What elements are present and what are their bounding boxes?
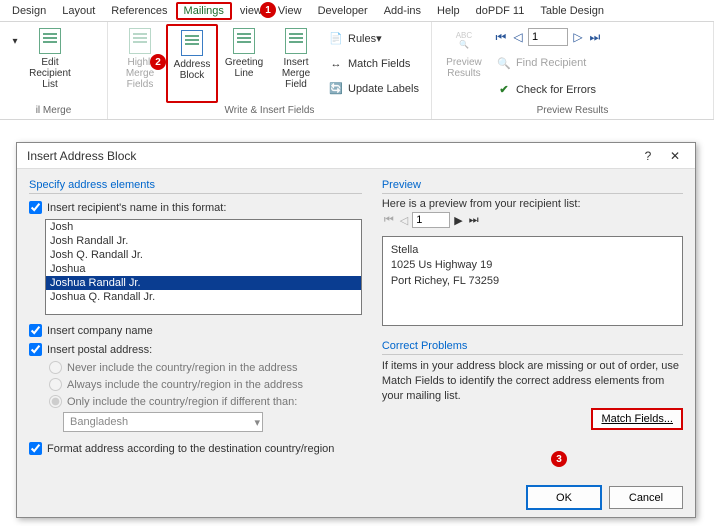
dialog-help[interactable]: ? — [635, 149, 661, 163]
nav-index-input[interactable] — [528, 28, 568, 46]
list-item[interactable]: Josh Randall Jr. — [46, 234, 361, 248]
insert-postal-checkbox[interactable]: Insert postal address: — [29, 343, 362, 356]
insert-address-block-dialog: Insert Address Block ? ✕ Specify address… — [16, 142, 696, 518]
list-item[interactable]: Joshua Randall Jr. — [46, 276, 361, 290]
radio-never[interactable]: Never include the country/region in the … — [49, 361, 362, 374]
insert-name-checkbox[interactable]: Insert recipient's name in this format: — [29, 201, 362, 214]
edit-recipient-list-button[interactable]: Edit Recipient List — [24, 24, 76, 103]
radio-only[interactable]: Only include the country/region if diffe… — [49, 395, 362, 408]
preview-results-button[interactable]: ABC🔍 Preview Results — [438, 24, 490, 103]
tab-table-design[interactable]: Table Design — [532, 2, 612, 20]
tab-design[interactable]: Design — [4, 2, 54, 20]
correct-text: If items in your address block are missi… — [382, 359, 683, 404]
highlight-icon — [127, 28, 153, 54]
cancel-button[interactable]: Cancel — [609, 486, 683, 509]
check-for-errors-button[interactable]: ✔Check for Errors — [494, 81, 602, 99]
callout-2: 2 — [150, 54, 166, 70]
rules-icon: 📄 — [328, 31, 344, 47]
dialog-close[interactable]: ✕ — [661, 149, 689, 163]
tab-addins[interactable]: Add-ins — [376, 2, 429, 20]
insert-company-checkbox[interactable]: Insert company name — [29, 324, 362, 337]
list-item[interactable]: Joshua — [46, 262, 361, 276]
list-item[interactable]: Josh Q. Randall Jr. — [46, 248, 361, 262]
preview-subtitle: Here is a preview from your recipient li… — [382, 198, 683, 210]
address-block-button[interactable]: Address Block — [166, 24, 218, 103]
chevron-down-icon: ▾ — [254, 416, 260, 429]
insert-merge-field-button[interactable]: Insert Merge Field — [270, 24, 322, 103]
tab-developer[interactable]: Developer — [310, 2, 376, 20]
country-combo[interactable]: Bangladesh▾ — [63, 412, 263, 432]
preview-heading: Preview — [382, 179, 683, 194]
match-fields-button[interactable]: ↔Match Fields — [326, 55, 421, 73]
find-icon: 🔍 — [496, 55, 512, 71]
specify-heading: Specify address elements — [29, 179, 362, 194]
name-format-list[interactable]: Josh Josh Randall Jr. Josh Q. Randall Jr… — [45, 219, 362, 315]
preview-next[interactable]: ▶ — [452, 214, 464, 227]
group-start-label: il Merge — [6, 103, 101, 119]
edit-recipient-icon — [37, 28, 63, 54]
greeting-line-button[interactable]: Greeting Line — [218, 24, 270, 103]
nav-last[interactable]: ⏭ — [588, 30, 602, 45]
update-labels-icon: 🔄 — [328, 81, 344, 97]
group-write-label: Write & Insert Fields — [114, 103, 425, 119]
callout-3: 3 — [551, 451, 567, 467]
tab-layout[interactable]: Layout — [54, 2, 103, 20]
dialog-title: Insert Address Block — [27, 149, 136, 163]
update-labels-button[interactable]: 🔄Update Labels — [326, 80, 421, 98]
address-block-icon — [179, 30, 205, 56]
preview-first[interactable]: ⏮ — [382, 214, 396, 227]
ok-button[interactable]: OK — [527, 486, 601, 509]
preview-index-input[interactable] — [412, 212, 450, 228]
tab-references[interactable]: References — [103, 2, 175, 20]
greeting-line-icon — [231, 28, 257, 54]
list-item[interactable]: Joshua Q. Randall Jr. — [46, 290, 361, 304]
start-split[interactable]: ▾ — [6, 24, 24, 103]
correct-heading: Correct Problems — [382, 340, 683, 355]
preview-last[interactable]: ⏭ — [467, 214, 481, 227]
preview-results-icon: ABC🔍 — [451, 28, 477, 54]
nav-first[interactable]: ⏮ — [494, 30, 508, 45]
rules-button[interactable]: 📄Rules ▾ — [326, 30, 421, 48]
group-preview-label: Preview Results — [438, 103, 707, 119]
tab-help[interactable]: Help — [429, 2, 468, 20]
tab-mailings[interactable]: Mailings — [176, 2, 232, 20]
insert-merge-field-icon — [283, 28, 309, 54]
match-fields-dialog-button[interactable]: Match Fields... — [591, 408, 683, 430]
check-icon: ✔ — [496, 82, 512, 98]
preview-box: Stella 1025 Us Highway 19 Port Richey, F… — [382, 236, 683, 326]
tab-dopdf[interactable]: doPDF 11 — [468, 2, 533, 20]
preview-prev[interactable]: ◁ — [398, 214, 410, 227]
find-recipient-button[interactable]: 🔍Find Recipient — [494, 54, 602, 72]
callout-1: 1 — [260, 2, 276, 18]
nav-prev[interactable]: ◁ — [511, 30, 525, 44]
radio-always[interactable]: Always include the country/region in the… — [49, 378, 362, 391]
match-fields-icon: ↔ — [328, 56, 344, 72]
nav-next[interactable]: ▷ — [571, 30, 585, 44]
list-item[interactable]: Josh — [46, 220, 361, 234]
format-by-destination-checkbox[interactable]: Format address according to the destinat… — [29, 442, 362, 455]
preview-nav: ⏮ ◁ ▷ ⏭ — [494, 28, 602, 46]
